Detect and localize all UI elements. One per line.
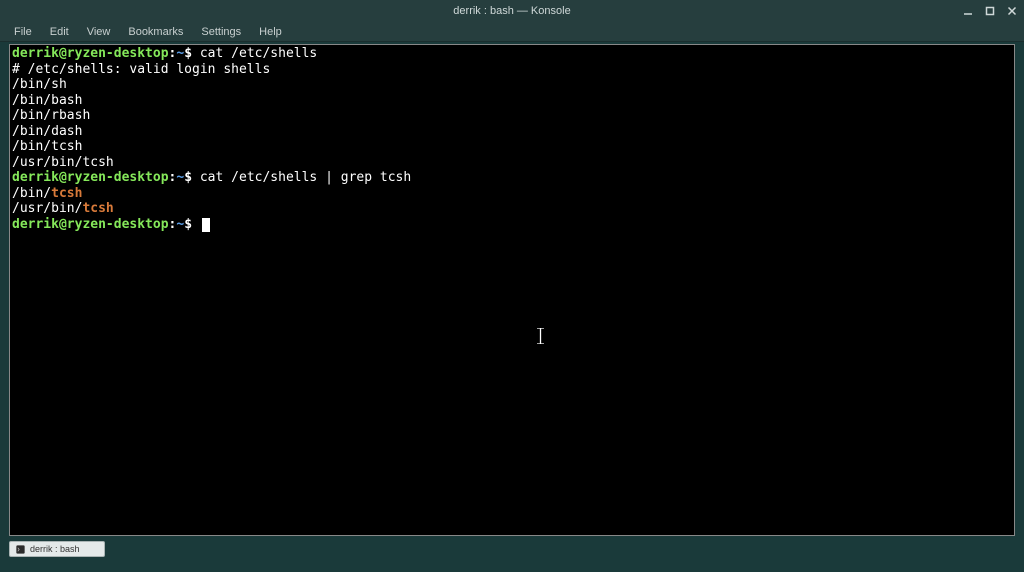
command-text: cat /etc/shells | grep tcsh <box>200 170 411 185</box>
menubar: File Edit View Bookmarks Settings Help <box>0 22 1024 42</box>
grep-match: tcsh <box>82 201 113 216</box>
window-controls <box>962 0 1018 22</box>
menu-bookmarks[interactable]: Bookmarks <box>120 24 191 40</box>
terminal-output: /bin/bash <box>12 93 1012 109</box>
menu-help[interactable]: Help <box>251 24 290 40</box>
tab-item[interactable]: derrik : bash <box>9 541 105 557</box>
mouse-cursor-icon <box>537 328 544 344</box>
window-titlebar: derrik : bash — Konsole <box>0 0 1024 22</box>
grep-prefix: /bin/ <box>12 186 51 201</box>
menu-file[interactable]: File <box>6 24 40 40</box>
tab-label: derrik : bash <box>30 544 80 554</box>
tab-bar: derrik : bash <box>9 540 105 558</box>
prompt-user: derrik@ryzen-desktop <box>12 170 169 185</box>
terminal-output: # /etc/shells: valid login shells <box>12 62 1012 78</box>
command-text: cat /etc/shells <box>200 46 317 61</box>
menu-settings[interactable]: Settings <box>193 24 249 40</box>
menu-view[interactable]: View <box>79 24 119 40</box>
menu-edit[interactable]: Edit <box>42 24 77 40</box>
prompt-user: derrik@ryzen-desktop <box>12 46 169 61</box>
minimize-icon[interactable] <box>962 5 974 17</box>
terminal-output: /bin/dash <box>12 124 1012 140</box>
prompt-dollar: $ <box>184 217 200 232</box>
prompt-user: derrik@ryzen-desktop <box>12 217 169 232</box>
terminal-output: /bin/tcsh <box>12 139 1012 155</box>
text-cursor <box>202 218 210 232</box>
terminal-line: derrik@ryzen-desktop:~$ cat /etc/shells <box>12 46 1012 62</box>
terminal-output: /bin/tcsh <box>12 186 1012 202</box>
terminal-output: /usr/bin/tcsh <box>12 155 1012 171</box>
terminal-output: /usr/bin/tcsh <box>12 201 1012 217</box>
terminal-area[interactable]: derrik@ryzen-desktop:~$ cat /etc/shells … <box>9 44 1015 536</box>
terminal-icon <box>16 545 25 554</box>
terminal-line: derrik@ryzen-desktop:~$ cat /etc/shells … <box>12 170 1012 186</box>
prompt-dollar: $ <box>184 46 200 61</box>
maximize-icon[interactable] <box>984 5 996 17</box>
terminal-line: derrik@ryzen-desktop:~$ <box>12 217 1012 233</box>
grep-prefix: /usr/bin/ <box>12 201 82 216</box>
prompt-dollar: $ <box>184 170 200 185</box>
close-icon[interactable] <box>1006 5 1018 17</box>
grep-match: tcsh <box>51 186 82 201</box>
window-title: derrik : bash — Konsole <box>453 5 570 17</box>
terminal-output: /bin/sh <box>12 77 1012 93</box>
terminal-output: /bin/rbash <box>12 108 1012 124</box>
